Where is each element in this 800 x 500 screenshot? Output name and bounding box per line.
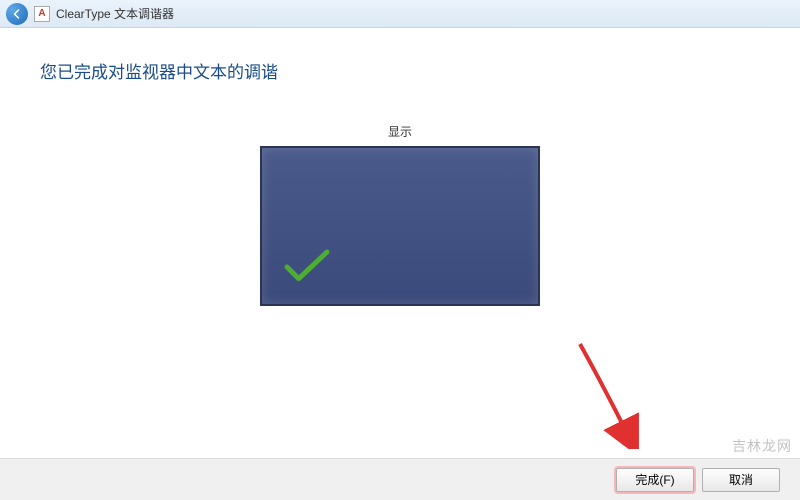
app-icon: A — [34, 6, 50, 22]
finish-button[interactable]: 完成(F) — [616, 468, 694, 492]
monitor-label: 显示 — [388, 123, 412, 140]
content-area: 您已完成对监视器中文本的调谐 显示 — [0, 28, 800, 458]
app-icon-glyph: A — [38, 8, 45, 19]
watermark-text: 吉林龙网 — [732, 436, 792, 456]
cancel-button[interactable]: 取消 — [702, 468, 780, 492]
monitor-section: 显示 — [40, 123, 760, 306]
checkmark-icon — [282, 247, 332, 292]
footer-bar: 完成(F) 取消 — [0, 458, 800, 500]
back-button[interactable] — [6, 3, 28, 25]
window-title: ClearType 文本调谐器 — [56, 5, 174, 22]
page-headline: 您已完成对监视器中文本的调谐 — [40, 58, 760, 83]
monitor-preview — [260, 146, 540, 306]
arrow-left-icon — [11, 8, 23, 20]
titlebar: A ClearType 文本调谐器 — [0, 0, 800, 28]
